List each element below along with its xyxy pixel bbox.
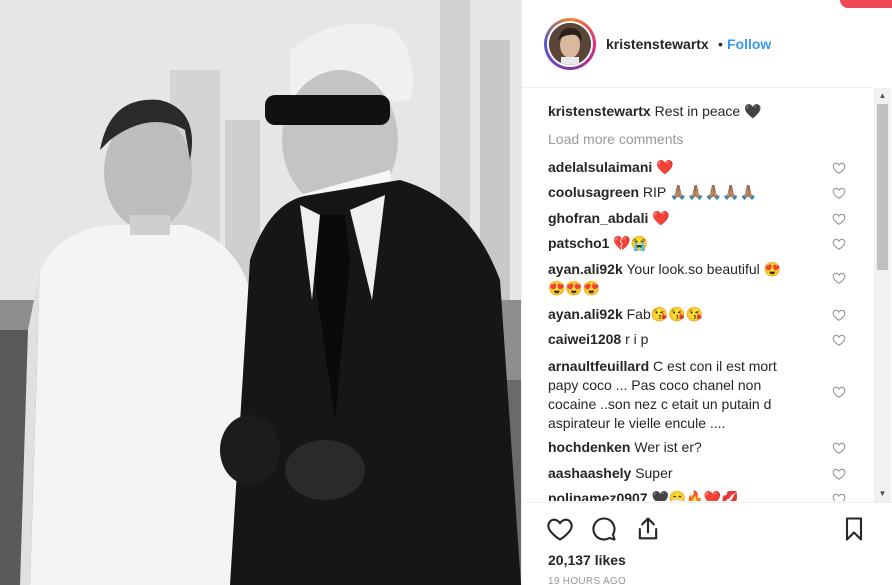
heart-icon	[832, 386, 846, 398]
likes-count[interactable]: 20,137 likes	[548, 552, 626, 568]
comment-text: 🖤😁🔥❤️💋	[651, 490, 739, 501]
comment-text: Super	[635, 465, 673, 481]
comment-text-line2: 😍😍😍	[548, 280, 601, 296]
save-button[interactable]	[840, 515, 868, 543]
comment-text: Your look.so beautiful 😍	[626, 261, 782, 277]
avatar-portrait	[549, 23, 591, 65]
comment-text-line3: cocaine ..son nez c etait un putain d	[548, 396, 772, 412]
comment-like-button[interactable]	[832, 333, 848, 349]
heart-icon	[832, 213, 846, 225]
post-caption: kristenstewartx Rest in peace 🖤	[548, 103, 762, 120]
comment-like-button[interactable]	[832, 385, 848, 401]
heart-icon	[832, 493, 846, 501]
heart-icon	[832, 334, 846, 346]
caption-username[interactable]: kristenstewartx	[548, 103, 651, 119]
comment-item: arnaultfeuillard C est con il est mort p…	[548, 357, 810, 433]
comment-item: caiwei1208 r i p	[548, 330, 810, 349]
post-photo	[0, 0, 521, 585]
comment-text-line4: aspirateur le vielle encule ....	[548, 415, 726, 431]
comment-username[interactable]: aashaashely	[548, 465, 631, 481]
comment-like-button[interactable]	[832, 441, 848, 457]
heart-icon	[832, 238, 846, 250]
bookmark-icon	[845, 517, 863, 541]
heart-icon	[832, 442, 846, 454]
comment-text: C est con il est mort	[653, 358, 777, 374]
comment-username[interactable]: patscho1	[548, 235, 609, 251]
like-button[interactable]	[546, 515, 574, 543]
caption-emoji: 🖤	[744, 103, 762, 119]
comment-like-button[interactable]	[832, 308, 848, 324]
comment-text: r i p	[625, 331, 649, 347]
comment-item: polinamez0907 🖤😁🔥❤️💋	[548, 489, 810, 501]
comment-username[interactable]: ayan.ali92k	[548, 261, 623, 277]
comment-like-button[interactable]	[832, 186, 848, 202]
photo-illustration	[0, 0, 521, 585]
avatar[interactable]	[544, 18, 596, 70]
comment-username[interactable]: ghofran_abdali	[548, 210, 648, 226]
comment-like-button[interactable]	[832, 271, 848, 287]
comment-text-line2: papy coco ... Pas coco chanel non	[548, 377, 762, 393]
comment-item: ghofran_abdali ❤️	[548, 209, 810, 228]
post-timestamp[interactable]: 19 HOURS AGO	[548, 576, 626, 585]
heart-icon	[832, 187, 846, 199]
share-icon	[638, 517, 658, 540]
comment-text: Wer ist er?	[634, 439, 702, 455]
comment-like-button[interactable]	[832, 492, 848, 501]
heart-icon	[832, 162, 846, 174]
comments-scrollbar[interactable]: ▲ ▼	[874, 88, 891, 502]
post-actions-bar	[522, 502, 892, 552]
comment-icon	[592, 517, 616, 541]
heart-icon	[832, 468, 846, 480]
comment-like-button[interactable]	[832, 237, 848, 253]
scroll-up-arrow-icon[interactable]: ▲	[874, 88, 891, 104]
post-header: kristenstewartx • Follow	[522, 0, 872, 88]
heart-icon	[832, 272, 846, 284]
comment-item: ayan.ali92k Fab😘😘😘	[548, 305, 810, 324]
comment-username[interactable]: adelalsulaimani	[548, 159, 652, 175]
post-detail-panel: kristenstewartx • Follow kristenstewartx…	[521, 0, 892, 585]
caption-text: Rest in peace	[654, 103, 741, 119]
comment-username[interactable]: ayan.ali92k	[548, 306, 623, 322]
comments-list[interactable]: kristenstewartx Rest in peace 🖤 Load mor…	[522, 89, 874, 501]
avatar-image	[549, 23, 591, 65]
comment-item: hochdenken Wer ist er?	[548, 438, 810, 457]
comment-username[interactable]: caiwei1208	[548, 331, 621, 347]
comment-item: ayan.ali92k Your look.so beautiful 😍 😍😍😍	[548, 260, 810, 298]
comment-item: patscho1 💔😭	[548, 234, 810, 253]
heart-icon	[832, 309, 846, 321]
heart-icon	[547, 518, 573, 541]
scrollbar-thumb[interactable]	[877, 104, 888, 270]
comment-username[interactable]: coolusagreen	[548, 184, 639, 200]
comment-item: adelalsulaimani ❤️	[548, 158, 810, 177]
comment-username[interactable]: hochdenken	[548, 439, 630, 455]
comment-username[interactable]: polinamez0907	[548, 490, 648, 501]
comment-like-button[interactable]	[832, 161, 848, 177]
share-button[interactable]	[634, 515, 662, 543]
comment-item: aashaashely Super	[548, 464, 810, 483]
separator-dot: •	[718, 36, 723, 52]
scroll-down-arrow-icon[interactable]: ▼	[874, 486, 891, 502]
comment-text: 💔😭	[613, 235, 649, 251]
post-username[interactable]: kristenstewartx	[606, 36, 709, 52]
load-more-comments-button[interactable]: Load more comments	[548, 131, 683, 147]
comment-like-button[interactable]	[832, 467, 848, 483]
comment-username[interactable]: arnaultfeuillard	[548, 358, 649, 374]
comment-text: Fab😘😘😘	[626, 306, 704, 322]
comment-text: ❤️	[652, 210, 670, 226]
comment-like-button[interactable]	[832, 212, 848, 228]
comment-text: RIP 🙏🏽🙏🏽🙏🏽🙏🏽🙏🏽	[642, 184, 758, 200]
follow-button[interactable]: Follow	[727, 36, 771, 52]
comment-item: coolusagreen RIP 🙏🏽🙏🏽🙏🏽🙏🏽🙏🏽	[548, 183, 810, 202]
avatar-frame	[547, 21, 593, 67]
comment-button[interactable]	[590, 515, 618, 543]
comment-text: ❤️	[656, 159, 674, 175]
